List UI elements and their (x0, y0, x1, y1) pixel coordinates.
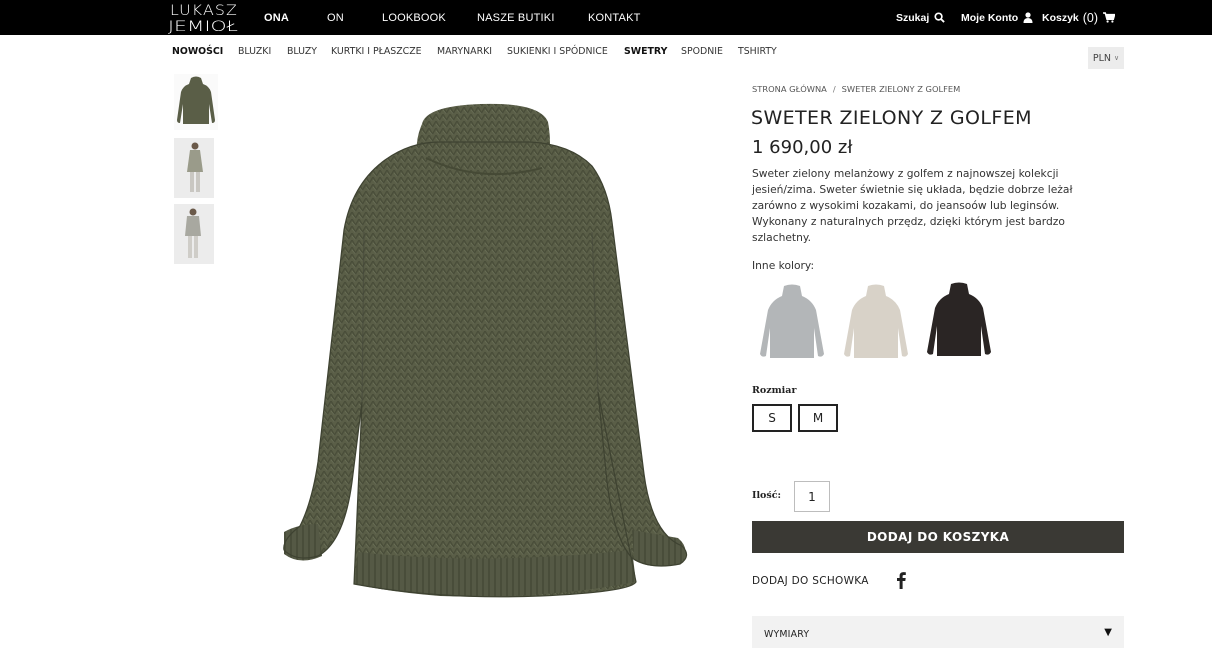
search-label: Szukaj (896, 11, 930, 24)
cart-label: Koszyk (1042, 11, 1079, 24)
sweater-thumbnail-image (174, 74, 218, 130)
size-label: Rozmiar (752, 385, 797, 396)
model-side-thumbnail-image (174, 204, 214, 264)
cart-count: (0) (1082, 10, 1099, 25)
user-icon (1023, 12, 1033, 23)
color-variant-black[interactable] (923, 280, 995, 364)
currency-selector[interactable]: PLN ∨ (1088, 47, 1124, 69)
nav-item-nasze-butiki: NASZE BUTIKI (477, 0, 555, 35)
product-description: Sweter zielony melanżowy z golfem z najn… (752, 167, 1073, 244)
nav-link-ona[interactable]: ONA (264, 12, 289, 24)
quantity-label: Ilość: (752, 490, 782, 501)
svg-text:JEMIOŁ: JEMIOŁ (168, 19, 238, 34)
beige-sweater-image (844, 284, 908, 358)
product-title: SWETER ZIELONY Z GOLFEM (751, 107, 1032, 129)
accordion-label: WYMIARY (764, 629, 810, 640)
facebook-icon[interactable] (895, 571, 907, 589)
search-icon (934, 12, 945, 23)
nav-link-on[interactable]: ON (327, 12, 344, 24)
nav-link-kontakt[interactable]: KONTAKT (588, 12, 641, 24)
category-marynarki[interactable]: MARYNARKI (437, 46, 492, 57)
add-to-cart-button[interactable]: DODAJ DO KOSZYKA (752, 521, 1124, 553)
top-bar: LUKASZ JEMIOŁ ONA ON LOOKBOOK NASZE BUTI… (0, 0, 1212, 35)
category-bluzy[interactable]: BLUZY (287, 46, 317, 57)
color-variant-grey[interactable] (756, 280, 828, 364)
nav-item-on: ON (327, 0, 344, 35)
nav-item-kontakt: KONTAKT (588, 0, 641, 35)
search-button[interactable]: Szukaj (896, 0, 945, 35)
color-variant-beige[interactable] (840, 280, 912, 364)
add-to-wishlist-link[interactable]: DODAJ DO SCHOWKA (752, 575, 869, 587)
cart-button[interactable]: Koszyk (0) (1042, 0, 1116, 35)
product-price: 1 690,00 zł (752, 137, 853, 158)
logo-wordmark: LUKASZ JEMIOŁ (168, 3, 238, 34)
category-kurtki-i-plaszcze[interactable]: KURTKI I PŁASZCZE (331, 46, 422, 57)
category-bluzki[interactable]: BLUZKI (238, 46, 271, 57)
category-tshirty[interactable]: TSHIRTY (738, 46, 777, 57)
dimensions-accordion[interactable]: WYMIARY ▼ (752, 616, 1124, 648)
breadcrumb-separator: / (832, 84, 836, 94)
facebook-glyph (897, 572, 906, 589)
svg-text:LUKASZ: LUKASZ (170, 3, 238, 19)
nav-link-lookbook[interactable]: LOOKBOOK (382, 12, 446, 24)
chevron-down-icon: ∨ (1114, 54, 1120, 62)
other-colors-label: Inne kolory: (752, 259, 815, 272)
main-product-image[interactable] (240, 72, 730, 628)
category-sukienki-i-spodnice[interactable]: SUKIENKI I SPÓDNICE (507, 46, 608, 57)
thumbnail-model-side[interactable] (174, 204, 214, 264)
breadcrumb-home-link[interactable]: STRONA GŁÓWNA (752, 84, 827, 94)
category-nowosci[interactable]: NOWOŚCI (172, 46, 223, 57)
size-option-m[interactable]: M (798, 404, 838, 432)
brand-logo[interactable]: LUKASZ JEMIOŁ (168, 1, 242, 34)
currency-value: PLN (1092, 52, 1111, 64)
quantity-input[interactable] (794, 481, 830, 512)
size-option-s[interactable]: S (752, 404, 792, 432)
model-thumbnail-image (174, 138, 214, 198)
nav-item-lookbook: LOOKBOOK (382, 0, 446, 35)
thumbnail-sweater-flat[interactable] (174, 74, 218, 130)
grey-sweater-image (760, 284, 824, 358)
black-sweater-image (927, 282, 991, 356)
shopping-cart-icon (1103, 12, 1116, 23)
sweater-main-image (240, 72, 730, 628)
nav-link-nasze-butiki[interactable]: NASZE BUTIKI (477, 12, 555, 24)
nav-item-ona: ONA (264, 0, 289, 35)
caret-down-icon: ▼ (1104, 627, 1112, 638)
thumbnail-model-front[interactable] (174, 138, 214, 198)
account-label: Moje Konto (961, 11, 1019, 24)
account-button[interactable]: Moje Konto (961, 0, 1033, 35)
breadcrumb: STRONA GŁÓWNA / SWETER ZIELONY Z GOLFEM (752, 84, 960, 94)
category-spodnie[interactable]: SPODNIE (681, 46, 723, 57)
category-swetry[interactable]: SWETRY (624, 46, 667, 57)
category-bar: NOWOŚCI BLUZKI BLUZY KURTKI I PŁASZCZE M… (0, 35, 1212, 69)
breadcrumb-current-link[interactable]: SWETER ZIELONY Z GOLFEM (842, 84, 961, 94)
